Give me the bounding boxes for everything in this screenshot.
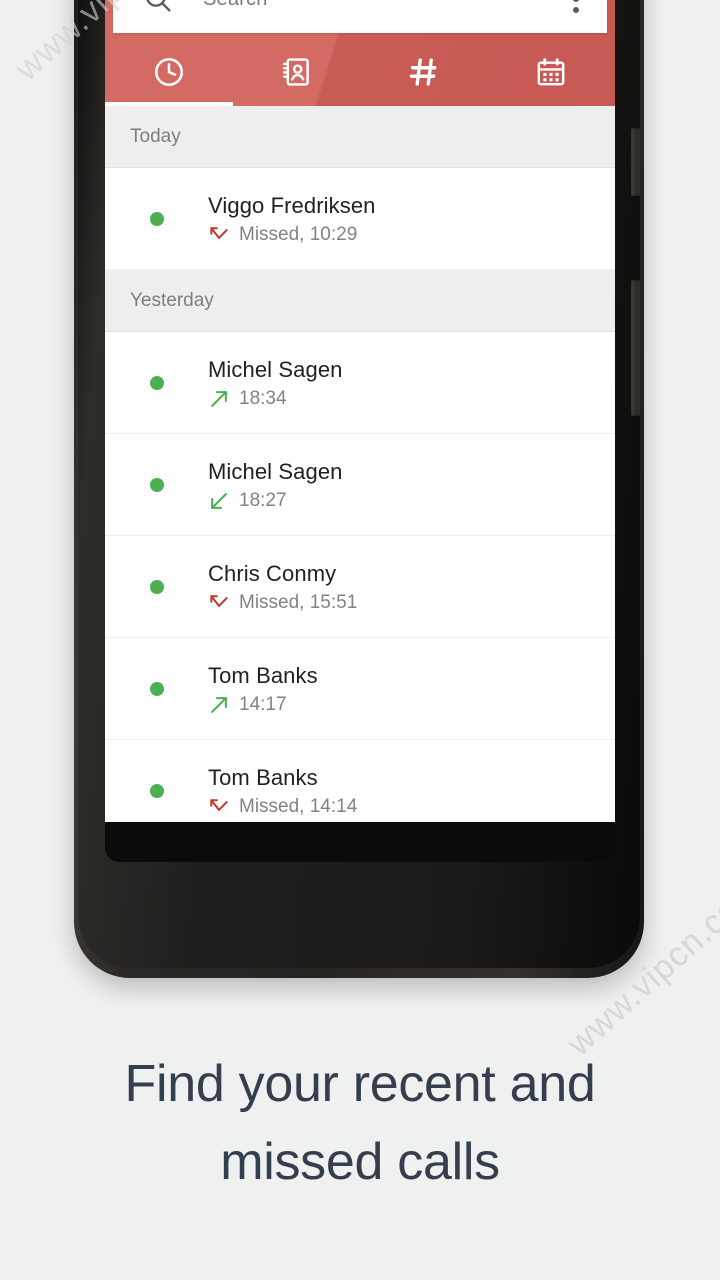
- clock-icon: [152, 55, 186, 89]
- caption-line-2: missed calls: [220, 1133, 500, 1191]
- call-made-icon: [208, 694, 230, 716]
- call-meta-text: Missed, 10:29: [239, 224, 358, 245]
- call-meta: Missed, 10:29: [208, 224, 376, 246]
- call-meta: 14:17: [208, 694, 318, 716]
- call-missed-icon: [208, 796, 230, 818]
- table-row[interactable]: Chris Conmy Missed, 15:51: [105, 536, 615, 638]
- presence-dot: [150, 211, 164, 226]
- call-made-icon: [208, 388, 230, 410]
- contact-name: Tom Banks: [208, 765, 318, 790]
- contact-name: Michel Sagen: [208, 459, 343, 484]
- tab-calendar[interactable]: [488, 38, 616, 106]
- more-vert-icon[interactable]: [573, 0, 579, 13]
- contact-name: Chris Conmy: [208, 561, 337, 586]
- tab-bar: [105, 38, 615, 106]
- presence-dot: [150, 681, 164, 696]
- call-missed-icon: [208, 592, 230, 614]
- row-text: Michel Sagen 18:34: [208, 355, 343, 410]
- phone-screen: Search: [105, 0, 615, 862]
- contact-name: Viggo Fredriksen: [208, 193, 376, 218]
- phone-bezel: Search: [78, 0, 640, 968]
- call-meta-text: 18:27: [239, 490, 287, 511]
- presence-dot: [150, 783, 164, 798]
- tab-recents[interactable]: [105, 38, 233, 106]
- call-meta: 18:27: [208, 490, 343, 512]
- row-text: Viggo Fredriksen Missed, 10:29: [208, 191, 376, 246]
- calendar-icon: [534, 55, 568, 89]
- call-missed-icon: [208, 224, 230, 246]
- call-log-list[interactable]: Today Viggo Fredriksen Missed, 10:29 Yes…: [105, 106, 615, 822]
- presence-dot: [150, 477, 164, 492]
- row-text: Tom Banks 14:17: [208, 661, 318, 716]
- call-received-icon: [208, 490, 230, 512]
- presence-dot: [150, 375, 164, 390]
- row-text: Michel Sagen 18:27: [208, 457, 343, 512]
- call-meta-text: Missed, 15:51: [239, 592, 358, 613]
- table-row[interactable]: Tom Banks Missed, 14:14: [105, 740, 615, 822]
- contact-name: Tom Banks: [208, 663, 318, 688]
- table-row[interactable]: Viggo Fredriksen Missed, 10:29: [105, 168, 615, 270]
- row-text: Tom Banks Missed, 14:14: [208, 763, 357, 818]
- contacts-icon: [279, 55, 313, 89]
- hash-icon: [407, 55, 441, 89]
- phone-frame: Search: [74, 0, 644, 978]
- search-icon: [141, 0, 175, 16]
- tab-dialpad[interactable]: [360, 38, 488, 106]
- call-meta-text: 18:34: [239, 388, 287, 409]
- search-bar[interactable]: Search: [113, 0, 607, 33]
- call-meta: Missed, 14:14: [208, 796, 357, 818]
- volume-button[interactable]: [631, 128, 640, 196]
- power-button[interactable]: [631, 280, 640, 416]
- search-input[interactable]: Search: [203, 0, 268, 11]
- call-meta-text: 14:17: [239, 694, 287, 715]
- table-row[interactable]: Michel Sagen 18:27: [105, 434, 615, 536]
- presence-dot: [150, 579, 164, 594]
- app-header: Search: [105, 0, 615, 106]
- call-meta: 18:34: [208, 388, 343, 410]
- table-row[interactable]: Michel Sagen 18:34: [105, 332, 615, 434]
- call-meta-text: Missed, 14:14: [239, 796, 358, 817]
- section-header-yesterday: Yesterday: [105, 270, 615, 332]
- app-screen: Search: [105, 0, 615, 822]
- row-text: Chris Conmy Missed, 15:51: [208, 559, 357, 614]
- contact-name: Michel Sagen: [208, 357, 343, 382]
- page-caption: Find your recent and missed calls: [0, 1045, 720, 1201]
- call-meta: Missed, 15:51: [208, 592, 357, 614]
- table-row[interactable]: Tom Banks 14:17: [105, 638, 615, 740]
- tab-contacts[interactable]: [233, 38, 361, 106]
- screenshot-stage: Search: [0, 0, 720, 1280]
- section-header-today: Today: [105, 106, 615, 168]
- caption-line-1: Find your recent and: [124, 1055, 596, 1113]
